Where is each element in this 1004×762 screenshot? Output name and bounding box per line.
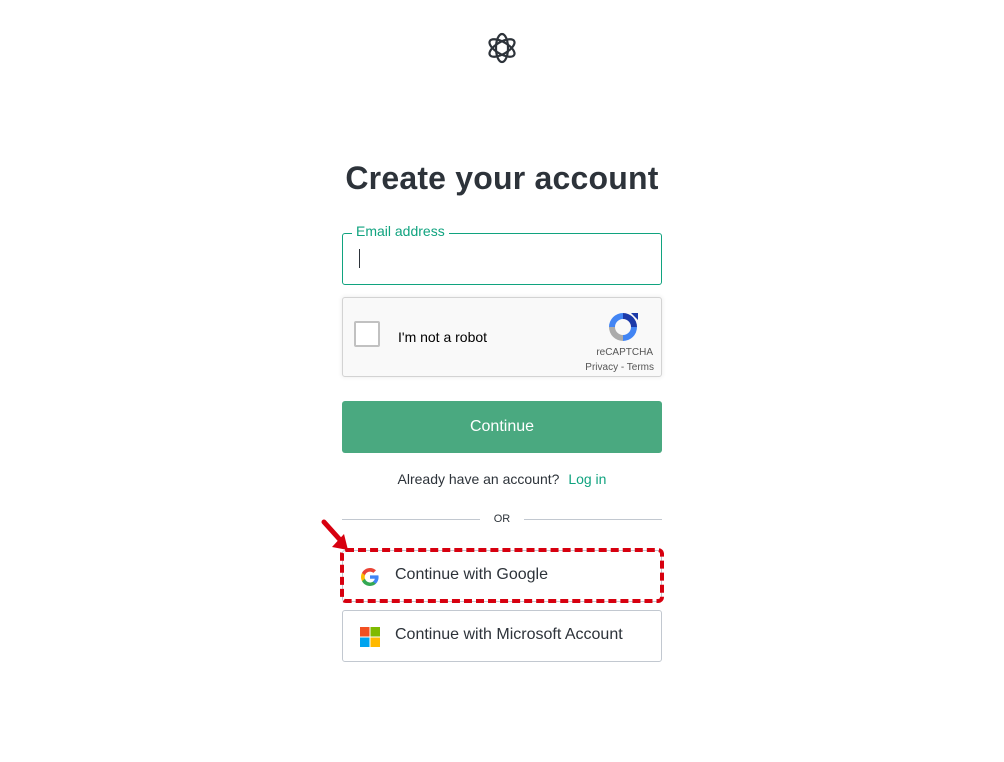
divider-line-left (342, 519, 480, 520)
text-cursor (359, 249, 360, 268)
continue-with-google-button[interactable]: Continue with Google (342, 550, 662, 602)
page-title: Create your account (345, 160, 659, 196)
continue-button[interactable]: Continue (342, 401, 662, 453)
continue-with-microsoft-button[interactable]: Continue with Microsoft Account (342, 610, 662, 662)
divider-line-right (524, 519, 662, 520)
signup-page: Create your account Email address I'm no… (0, 0, 1004, 762)
recaptcha-brand: reCAPTCHA (596, 347, 653, 358)
recaptcha-label: I'm not a robot (398, 329, 488, 345)
login-link[interactable]: Log in (568, 471, 606, 487)
microsoft-icon (360, 627, 380, 647)
login-prompt-row: Already have an account? Log in (0, 471, 1004, 487)
google-button-label: Continue with Google (395, 566, 548, 583)
google-icon (361, 568, 379, 586)
email-field[interactable] (356, 246, 646, 270)
recaptcha-privacy-terms-link[interactable]: Privacy - Terms (560, 362, 654, 373)
microsoft-button-label: Continue with Microsoft Account (395, 626, 623, 643)
recaptcha-icon (609, 313, 638, 341)
divider-or: OR (493, 513, 511, 525)
login-prompt-text: Already have an account? (397, 471, 560, 487)
email-field-label: Email address (352, 223, 449, 239)
recaptcha-checkbox[interactable] (354, 321, 380, 347)
openai-logo-icon (488, 32, 516, 64)
annotation-arrow-icon (321, 519, 348, 550)
